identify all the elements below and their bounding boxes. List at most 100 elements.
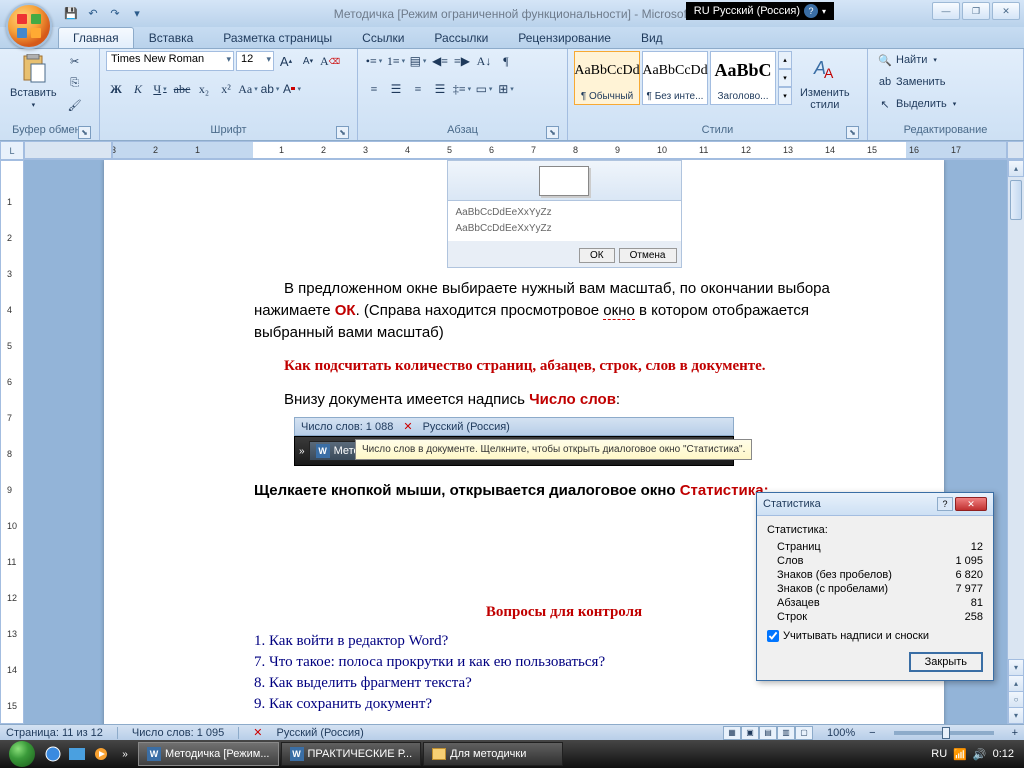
- paste-button[interactable]: Вставить ▾: [6, 51, 61, 111]
- tab-selector[interactable]: L: [0, 141, 24, 160]
- font-size-combo[interactable]: 12: [236, 51, 274, 71]
- taskbar-item-2[interactable]: WПРАКТИЧЕСКИЕ Р...: [281, 742, 422, 766]
- find-button[interactable]: 🔍Найти▾: [874, 51, 941, 69]
- numbering-button[interactable]: 1≡: [386, 51, 406, 71]
- qat-redo-icon[interactable]: ↷: [104, 2, 126, 24]
- gallery-more-button[interactable]: ▾: [778, 87, 792, 105]
- tab-insert[interactable]: Вставка: [134, 27, 209, 48]
- format-painter-button[interactable]: 🖌: [65, 95, 85, 115]
- scroll-up-button[interactable]: ▴: [1008, 160, 1024, 177]
- increase-indent-button[interactable]: ≡▶: [452, 51, 472, 71]
- shading-button[interactable]: ▭: [474, 79, 494, 99]
- view-fullscreen[interactable]: ▣: [741, 726, 759, 740]
- select-button[interactable]: ↖Выделить▾: [874, 95, 960, 113]
- next-page-button[interactable]: ▾: [1008, 707, 1024, 724]
- align-right-button[interactable]: ≡: [408, 79, 428, 99]
- subscript-button[interactable]: x₂: [194, 79, 214, 99]
- style-heading[interactable]: AaBbCЗаголово...: [710, 51, 776, 105]
- status-words[interactable]: Число слов: 1 095: [132, 727, 224, 739]
- view-web[interactable]: ▤: [759, 726, 777, 740]
- horizontal-ruler[interactable]: 3211234567891011121314151617: [112, 141, 1007, 159]
- zoom-slider[interactable]: [894, 731, 994, 735]
- browse-object-button[interactable]: ○: [1008, 691, 1024, 708]
- view-outline[interactable]: ▥: [777, 726, 795, 740]
- proofing-icon[interactable]: ✕: [253, 726, 262, 739]
- quicklaunch-ie-icon[interactable]: [42, 743, 64, 765]
- clear-format-button[interactable]: A⌫: [320, 51, 340, 71]
- font-name-combo[interactable]: Times New Roman: [106, 51, 234, 71]
- borders-button[interactable]: ⊞: [496, 79, 516, 99]
- view-draft[interactable]: ▢: [795, 726, 813, 740]
- help-icon[interactable]: ?: [804, 4, 818, 18]
- qat-save-icon[interactable]: 💾: [60, 2, 82, 24]
- prev-page-button[interactable]: ▴: [1008, 675, 1024, 692]
- status-language[interactable]: Русский (Россия): [276, 727, 363, 739]
- close-button[interactable]: ✕: [992, 2, 1020, 20]
- tab-mailings[interactable]: Рассылки: [419, 27, 503, 48]
- zoom-out-button[interactable]: −: [869, 727, 875, 739]
- zoom-in-button[interactable]: +: [1012, 727, 1018, 739]
- tray-volume-icon[interactable]: 🔊: [973, 748, 987, 761]
- zoom-thumb[interactable]: [942, 727, 950, 739]
- vertical-ruler[interactable]: 123456789101112131415: [0, 160, 24, 724]
- quicklaunch-more-icon[interactable]: »: [114, 743, 136, 765]
- dialog-close-button[interactable]: ✕: [955, 497, 987, 511]
- taskbar-item-1[interactable]: WМетодичка [Режим...: [138, 742, 279, 766]
- bullets-button[interactable]: •≡: [364, 51, 384, 71]
- tab-view[interactable]: Вид: [626, 27, 678, 48]
- style-normal[interactable]: AaBbCcDd¶ Обычный: [574, 51, 640, 105]
- show-marks-button[interactable]: ¶: [496, 51, 516, 71]
- copy-button[interactable]: ⎘: [65, 73, 85, 93]
- font-color-button[interactable]: A: [282, 79, 302, 99]
- language-indicator[interactable]: RU Русский (Россия) ? ▾: [686, 2, 834, 20]
- tray-clock[interactable]: 0:12: [993, 748, 1014, 760]
- tab-review[interactable]: Рецензирование: [503, 27, 626, 48]
- bold-button[interactable]: Ж: [106, 79, 126, 99]
- quicklaunch-media-icon[interactable]: [90, 743, 112, 765]
- tab-home[interactable]: Главная: [58, 27, 134, 48]
- taskbar-item-3[interactable]: Для методички: [423, 742, 563, 766]
- lang-dropdown-icon[interactable]: ▾: [822, 7, 826, 16]
- align-left-button[interactable]: ≡: [364, 79, 384, 99]
- start-button[interactable]: [4, 740, 40, 768]
- change-styles-button[interactable]: AA Изменить стили: [796, 51, 854, 113]
- dialog-close-action-button[interactable]: Закрыть: [909, 652, 983, 672]
- line-spacing-button[interactable]: ‡≡: [452, 79, 472, 99]
- shrink-font-button[interactable]: A▾: [298, 51, 318, 71]
- gallery-up-button[interactable]: ▴: [778, 51, 792, 69]
- highlight-button[interactable]: ab: [260, 79, 280, 99]
- scroll-thumb[interactable]: [1010, 180, 1022, 220]
- checkbox-input[interactable]: [767, 630, 779, 642]
- multilevel-button[interactable]: ▤: [408, 51, 428, 71]
- include-footnotes-checkbox[interactable]: Учитывать надписи и сноски: [767, 624, 983, 648]
- tab-pagelayout[interactable]: Разметка страницы: [208, 27, 347, 48]
- font-dialog-launcher[interactable]: ⬊: [336, 126, 349, 139]
- scroll-down-button[interactable]: ▾: [1008, 659, 1024, 676]
- italic-button[interactable]: К: [128, 79, 148, 99]
- sort-button[interactable]: A↓: [474, 51, 494, 71]
- paragraph-dialog-launcher[interactable]: ⬊: [546, 126, 559, 139]
- justify-button[interactable]: ☰: [430, 79, 450, 99]
- styles-dialog-launcher[interactable]: ⬊: [846, 126, 859, 139]
- zoom-level[interactable]: 100%: [827, 727, 855, 739]
- underline-button[interactable]: Ч: [150, 79, 170, 99]
- status-page[interactable]: Страница: 11 из 12: [6, 727, 103, 739]
- office-button[interactable]: [6, 3, 52, 49]
- vertical-scrollbar[interactable]: ▴ ▾ ▴ ○ ▾: [1007, 160, 1024, 724]
- replace-button[interactable]: abЗаменить: [874, 73, 949, 91]
- tray-network-icon[interactable]: 📶: [953, 748, 967, 761]
- minimize-button[interactable]: —: [932, 2, 960, 20]
- restore-button[interactable]: ❐: [962, 2, 990, 20]
- cut-button[interactable]: ✂: [65, 51, 85, 71]
- superscript-button[interactable]: x²: [216, 79, 236, 99]
- grow-font-button[interactable]: A▴: [276, 51, 296, 71]
- tab-references[interactable]: Ссылки: [347, 27, 419, 48]
- gallery-down-button[interactable]: ▾: [778, 69, 792, 87]
- decrease-indent-button[interactable]: ◀≡: [430, 51, 450, 71]
- align-center-button[interactable]: ☰: [386, 79, 406, 99]
- dialog-help-button[interactable]: ?: [937, 497, 953, 511]
- strike-button[interactable]: abc: [172, 79, 192, 99]
- style-nospace[interactable]: AaBbCcDd¶ Без инте...: [642, 51, 708, 105]
- qat-customize-icon[interactable]: ▾: [126, 2, 148, 24]
- change-case-button[interactable]: Aa: [238, 79, 258, 99]
